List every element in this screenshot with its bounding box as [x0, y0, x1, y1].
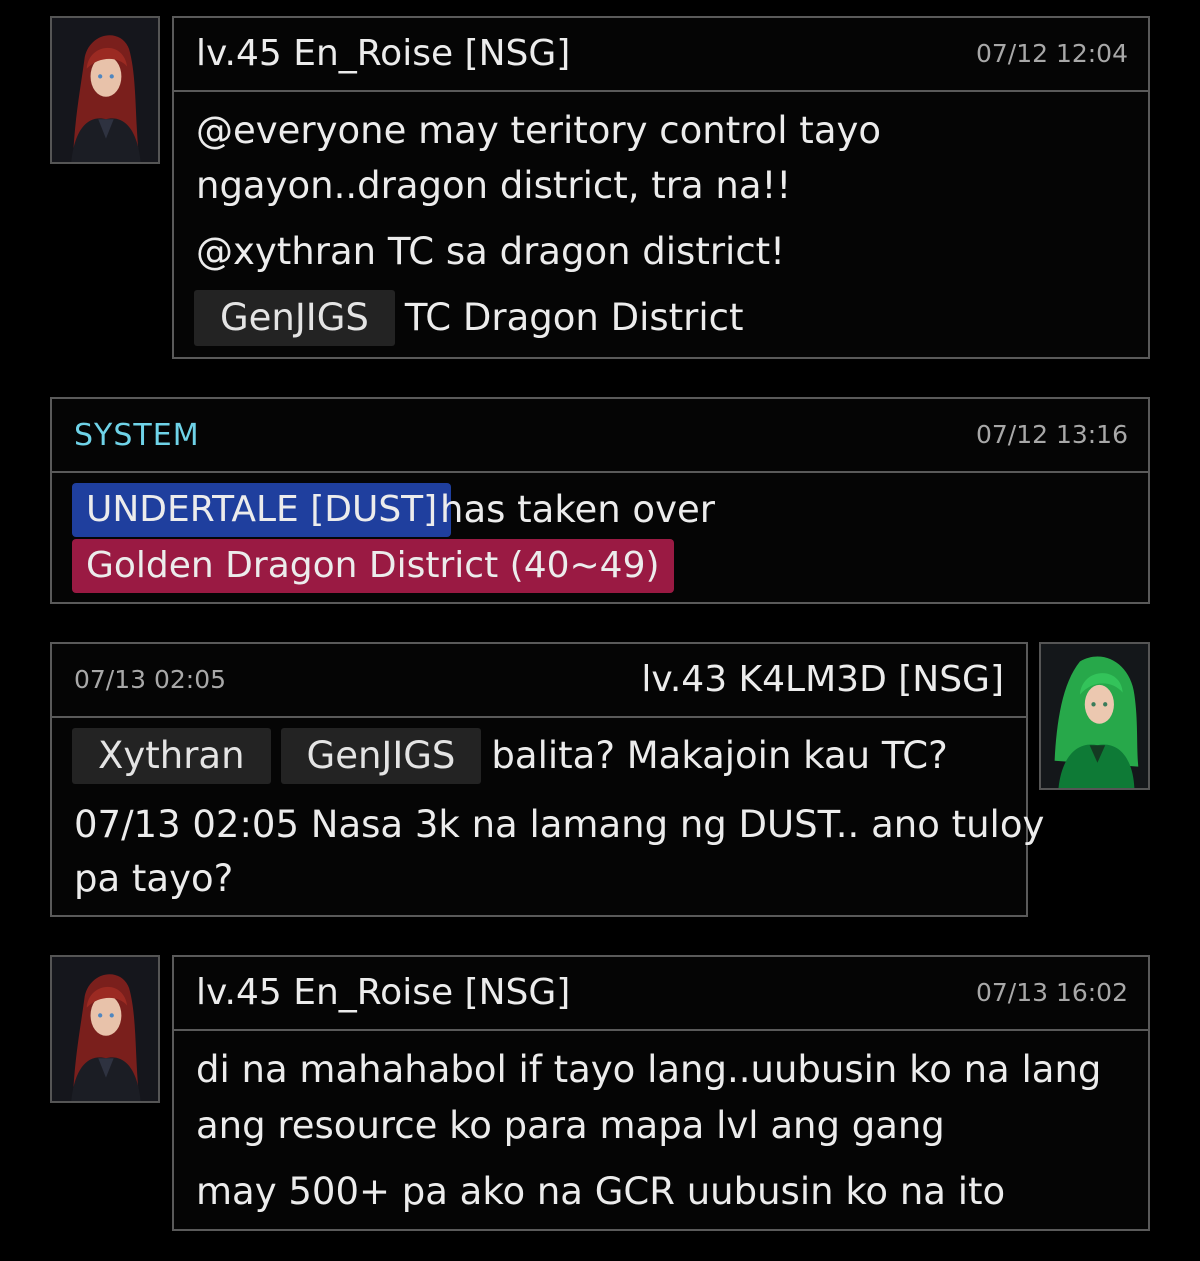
message-timestamp: 07/13 02:05: [74, 665, 227, 694]
red-haired-character-avatar-icon: [52, 18, 158, 162]
system-message-card: SYSTEM 07/12 13:16 UNDERTALE [DUST] has …: [50, 397, 1150, 604]
message-card: lv.45 En_Roise [NSG] 07/13 16:02 di na m…: [172, 955, 1150, 1231]
red-haired-character-avatar-icon: [52, 957, 158, 1101]
message-header: 07/13 02:05 lv.43 K4LM3D [NSG]: [52, 644, 1026, 718]
message-line: @everyone may teritory control tayo: [196, 109, 882, 152]
author-name[interactable]: lv.45 En_Roise [NSG]: [196, 32, 570, 76]
district-tag[interactable]: Golden Dragon District (40~49): [72, 539, 674, 593]
message-line: 07/13 02:05 Nasa 3k na lamang ng DUST.. …: [74, 803, 1045, 846]
message-timestamp: 07/13 16:02: [975, 978, 1128, 1007]
mention-text: balita? Makajoin kau TC?: [491, 734, 948, 777]
message-line: di na mahahabol if tayo lang..uubusin ko…: [196, 1048, 1102, 1091]
author-name[interactable]: lv.43 K4LM3D [NSG]: [641, 658, 1004, 702]
gang-tag[interactable]: UNDERTALE [DUST]: [72, 483, 452, 537]
message-line: ang resource ko para mapa lvl ang gang: [196, 1104, 945, 1147]
message-timestamp: 07/12 13:16: [975, 420, 1128, 449]
action-text: has taken over: [440, 488, 715, 531]
avatar[interactable]: [50, 16, 160, 164]
message-line: may 500+ pa ako na GCR uubusin ko na ito: [196, 1170, 1006, 1213]
message-header: lv.45 En_Roise [NSG] 07/13 16:02: [174, 957, 1148, 1031]
mention-tag[interactable]: GenJIGS: [194, 290, 395, 346]
mention-tag[interactable]: Xythran: [72, 728, 271, 784]
system-label: SYSTEM: [74, 418, 200, 453]
message-line: ngayon..dragon district, tra na!!: [196, 164, 792, 207]
message-line: @xythran TC sa dragon district!: [196, 230, 786, 273]
mention-line: Xythran GenJIGS balita? Makajoin kau TC?: [72, 728, 948, 784]
mention-line: GenJIGS TC Dragon District: [194, 290, 744, 346]
mention-text: TC Dragon District: [404, 296, 744, 339]
message-line: pa tayo?: [74, 857, 234, 900]
author-name[interactable]: lv.45 En_Roise [NSG]: [196, 971, 570, 1015]
message-header: lv.45 En_Roise [NSG] 07/12 12:04: [174, 18, 1148, 92]
message-header: SYSTEM 07/12 13:16: [52, 399, 1148, 473]
mention-tag[interactable]: GenJIGS: [280, 728, 482, 784]
green-haired-character-avatar-icon: [1041, 644, 1148, 788]
message-card: lv.45 En_Roise [NSG] 07/12 12:04 @everyo…: [172, 16, 1150, 359]
message-timestamp: 07/12 12:04: [975, 39, 1128, 68]
avatar[interactable]: [1039, 642, 1150, 790]
avatar[interactable]: [50, 955, 160, 1103]
message-card: 07/13 02:05 lv.43 K4LM3D [NSG] Xythran Ge…: [50, 642, 1044, 917]
